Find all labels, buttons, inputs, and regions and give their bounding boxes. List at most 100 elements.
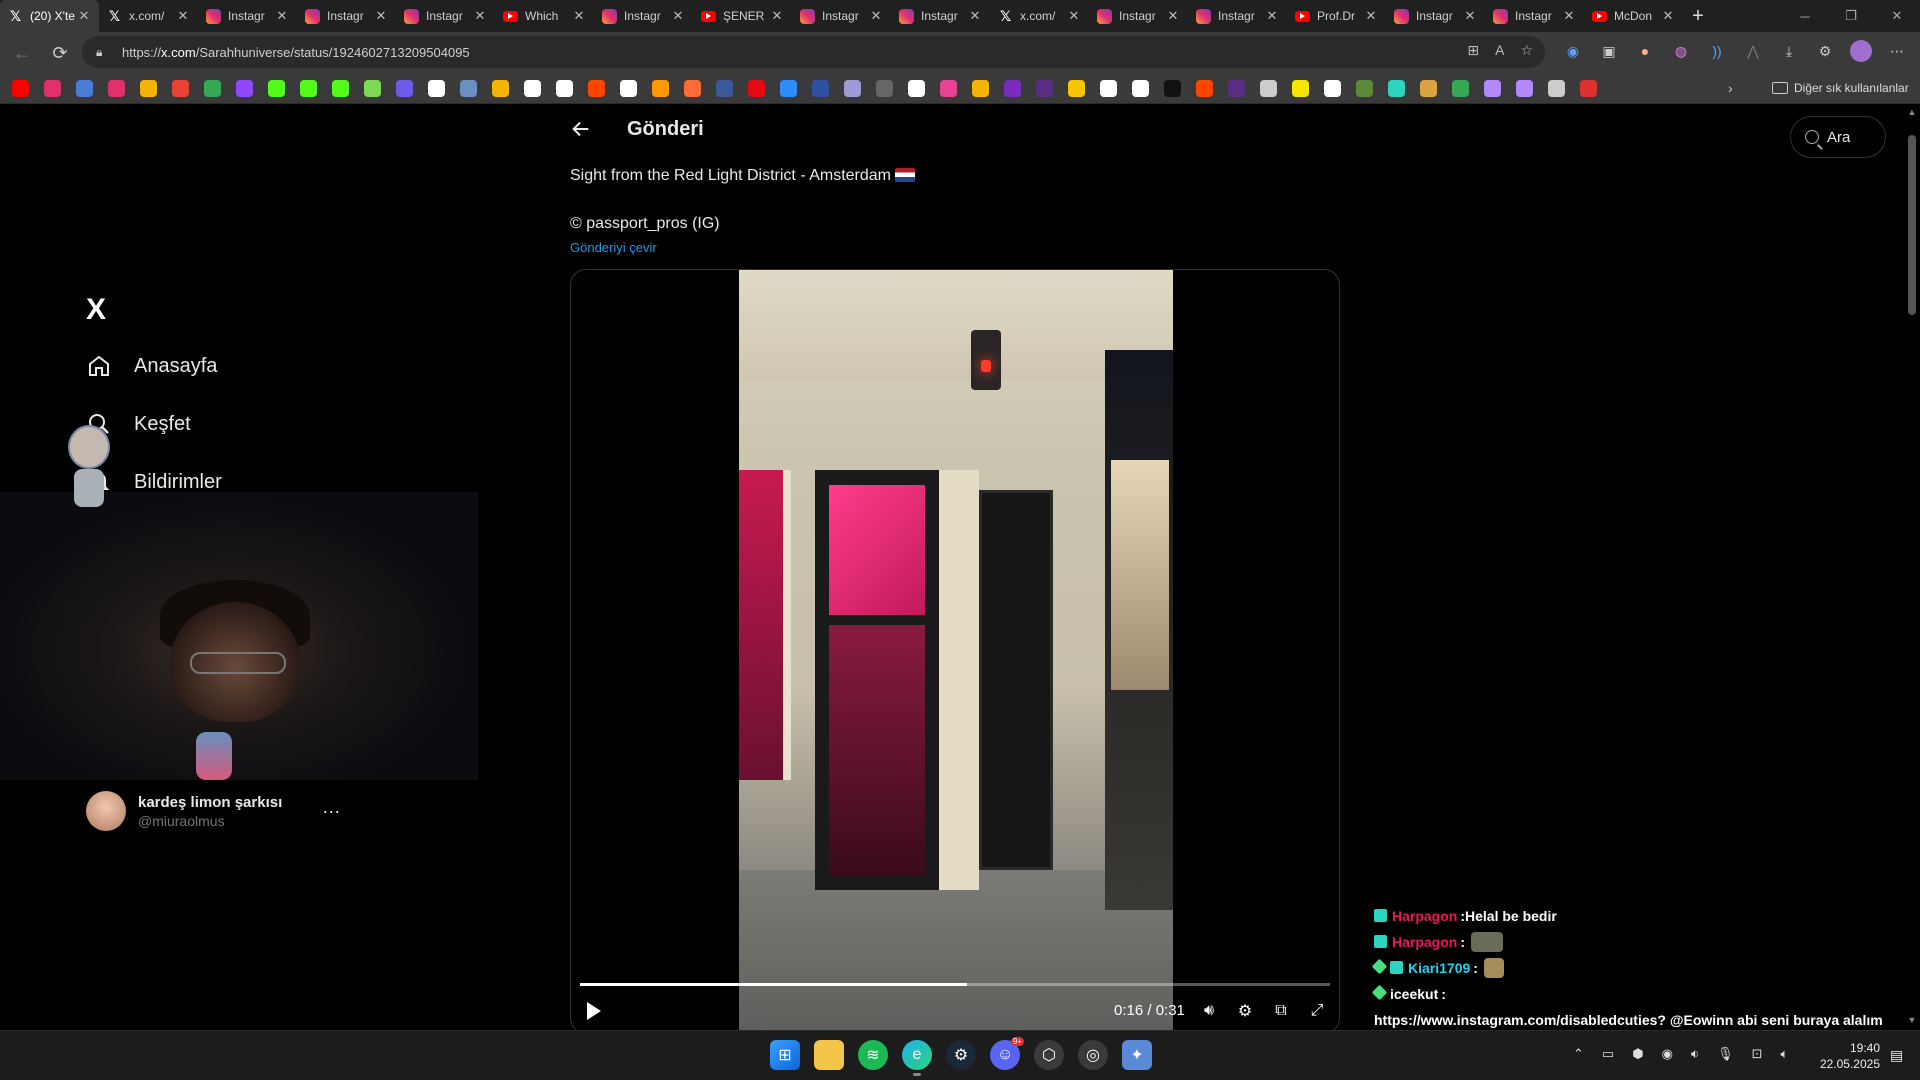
extensions-puzzle-icon[interactable]: ⚙ (1814, 40, 1836, 62)
extension-icon[interactable]: )) (1706, 40, 1728, 62)
back-button[interactable]: ← (6, 37, 38, 69)
bookmark-icon[interactable] (492, 80, 509, 97)
bookmark-icon[interactable] (684, 80, 701, 97)
favorite-star-icon[interactable]: ☆ (1520, 42, 1533, 59)
play-icon[interactable] (587, 1002, 601, 1020)
bookmark-icon[interactable] (1484, 80, 1501, 97)
close-tab-icon[interactable]: ✕ (671, 8, 685, 24)
bookmark-icon[interactable] (300, 80, 317, 97)
app-available-icon[interactable]: ⊞ (1467, 42, 1479, 59)
browser-tab[interactable]: Instagr ✕ (297, 0, 396, 32)
bookmark-icon[interactable] (1260, 80, 1277, 97)
bookmark-icon[interactable] (108, 80, 125, 97)
network-icon[interactable]: ⊡ (1752, 1046, 1763, 1062)
bookmark-icon[interactable] (1356, 80, 1373, 97)
address-bar[interactable]: 🔒︎ https://x.com/Sarahhuniverse/status/1… (82, 36, 1545, 68)
bookmark-icon[interactable] (1196, 80, 1213, 97)
new-tab-button[interactable]: + (1683, 5, 1713, 28)
bookmark-icon[interactable] (204, 80, 221, 97)
spotify-icon[interactable]: ≋ (858, 1040, 888, 1070)
bookmark-icon[interactable] (716, 80, 733, 97)
bookmark-icon[interactable] (1036, 80, 1053, 97)
browser-tab[interactable]: 𝕏x.com/ ✕ (99, 0, 198, 32)
translate-post-link[interactable]: Gönderiyi çevir (570, 240, 657, 255)
search-input[interactable]: Ara (1790, 116, 1886, 158)
scroll-up-icon[interactable]: ▲ (1907, 107, 1917, 117)
extension-icon[interactable]: ⋀ (1742, 40, 1764, 62)
close-tab-icon[interactable]: ✕ (176, 8, 190, 24)
bookmark-icon[interactable] (1548, 80, 1565, 97)
close-window-button[interactable]: ✕ (1874, 0, 1920, 32)
extension-icon[interactable]: ▣ (1598, 40, 1620, 62)
account-switcher[interactable]: kardeş limon şarkısı @miuraolmus ··· (86, 791, 340, 831)
browser-tab[interactable]: McDon ✕ (1584, 0, 1683, 32)
bookmark-icon[interactable] (1452, 80, 1469, 97)
bookmark-icon[interactable] (908, 80, 925, 97)
edge-browser-icon[interactable]: e (902, 1040, 932, 1076)
profile-avatar-icon[interactable] (1850, 40, 1872, 62)
extension-icon[interactable]: ◉ (1562, 40, 1584, 62)
scrollbar[interactable]: ▲ ▼ (1904, 105, 1920, 1030)
bookmark-icon[interactable] (364, 80, 381, 97)
more-icon[interactable]: ··· (322, 801, 340, 822)
microphone-icon[interactable]: 🎙︎ (1717, 1046, 1734, 1062)
scroll-down-icon[interactable]: ▼ (1907, 1015, 1917, 1025)
bookmark-icon[interactable] (1068, 80, 1085, 97)
video-progress-bar[interactable] (580, 983, 1330, 986)
bookmark-icon[interactable] (1324, 80, 1341, 97)
reload-button[interactable]: ⟳ (44, 37, 76, 69)
bookmark-icon[interactable] (1292, 80, 1309, 97)
bookmark-icon[interactable] (12, 80, 29, 97)
bookmark-icon[interactable] (1516, 80, 1533, 97)
video-frame[interactable] (739, 270, 1173, 1030)
close-tab-icon[interactable]: ✕ (1364, 8, 1378, 24)
obs-icon[interactable]: ⬡ (1034, 1040, 1064, 1070)
close-tab-icon[interactable]: ✕ (473, 8, 487, 24)
sidebar-item-home[interactable]: Anasayfa (86, 346, 217, 386)
bookmark-icon[interactable] (620, 80, 637, 97)
bookmark-icon[interactable] (972, 80, 989, 97)
settings-app-icon[interactable]: ✦ (1122, 1040, 1152, 1070)
tray-app-icon[interactable]: ⬢ (1632, 1046, 1643, 1062)
browser-tab[interactable]: Instagr ✕ (198, 0, 297, 32)
windows-start-icon[interactable]: ⊞ (770, 1040, 800, 1070)
bookmark-icon[interactable] (524, 80, 541, 97)
other-bookmarks[interactable]: Diğer sık kullanılanlar (1772, 81, 1909, 95)
bookmark-icon[interactable] (460, 80, 477, 97)
browser-tab[interactable]: Instagr ✕ (1485, 0, 1584, 32)
bookmark-icon[interactable] (780, 80, 797, 97)
bookmark-icon[interactable] (1100, 80, 1117, 97)
close-tab-icon[interactable]: ✕ (572, 8, 586, 24)
x-logo-icon[interactable]: X (86, 293, 106, 327)
bookmark-icon[interactable] (76, 80, 93, 97)
close-tab-icon[interactable]: ✕ (1166, 8, 1180, 24)
browser-tab[interactable]: Instagr ✕ (792, 0, 891, 32)
bookmark-icon[interactable] (876, 80, 893, 97)
bookmark-icon[interactable] (428, 80, 445, 97)
bookmark-icon[interactable] (1228, 80, 1245, 97)
close-tab-icon[interactable]: ✕ (869, 8, 883, 24)
bookmark-icon[interactable] (940, 80, 957, 97)
chevron-right-icon[interactable]: › (1728, 80, 1733, 96)
browser-tab[interactable]: Which ✕ (495, 0, 594, 32)
close-tab-icon[interactable]: ✕ (1661, 8, 1675, 24)
browser-tab[interactable]: Instagr ✕ (396, 0, 495, 32)
steam-tray-icon[interactable]: ◉ (1662, 1046, 1673, 1062)
bookmark-icon[interactable] (1004, 80, 1021, 97)
menu-dots-icon[interactable]: ⋯ (1886, 40, 1908, 62)
file-explorer-icon[interactable] (814, 1040, 844, 1070)
browser-tab[interactable]: ŞENER ✕ (693, 0, 792, 32)
browser-tab[interactable]: Instagr ✕ (594, 0, 693, 32)
browser-tab[interactable]: Instagr ✕ (1089, 0, 1188, 32)
bookmark-icon[interactable] (268, 80, 285, 97)
downloads-icon[interactable]: ⤓ (1778, 40, 1800, 62)
bookmark-icon[interactable] (588, 80, 605, 97)
close-tab-icon[interactable]: ✕ (1562, 8, 1576, 24)
bookmark-icon[interactable] (140, 80, 157, 97)
discord-icon[interactable]: ☺ 9+ (990, 1037, 1024, 1070)
browser-tab[interactable]: 𝕏 (20) X'te ✕ (0, 0, 99, 32)
speaker-tray-icon[interactable]: 🔉︎ (1691, 1046, 1699, 1062)
clock[interactable]: 19:40 22.05.2025 (1818, 1040, 1880, 1072)
bookmark-icon[interactable] (332, 80, 349, 97)
bookmark-icon[interactable] (1580, 80, 1597, 97)
